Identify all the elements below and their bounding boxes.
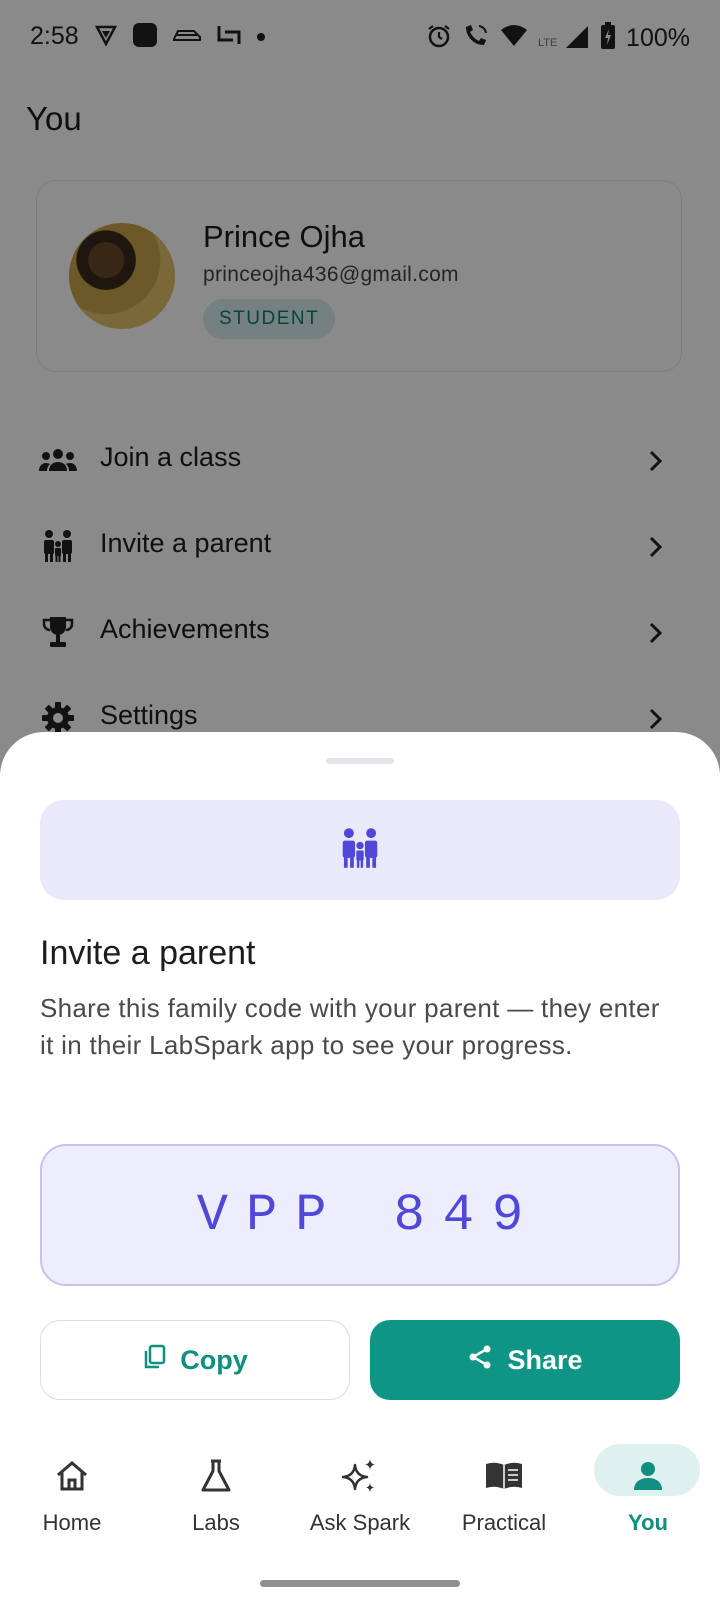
screen: 2:58 LTE 100% You Prince Ojha princeojha… xyxy=(0,0,720,1600)
copy-button[interactable]: Copy xyxy=(40,1320,350,1400)
nav-label: Ask Spark xyxy=(309,1510,411,1535)
sheet-hero xyxy=(40,800,680,900)
nav-item-labs[interactable]: Labs xyxy=(144,1428,288,1548)
share-icon xyxy=(467,1344,493,1377)
nav-item-you[interactable]: You xyxy=(576,1428,720,1548)
copy-icon xyxy=(142,1344,166,1377)
sheet-title: Invite a parent xyxy=(40,934,256,972)
person-icon xyxy=(628,1456,668,1496)
nav-label: Labs xyxy=(192,1510,240,1535)
family-code-box: VPP 849 xyxy=(40,1144,680,1286)
home-indicator[interactable] xyxy=(260,1580,460,1587)
nav-item-practical[interactable]: Practical xyxy=(432,1428,576,1548)
nav-label: You xyxy=(628,1510,668,1535)
family-code: VPP 849 xyxy=(196,1185,542,1245)
copy-button-label: Copy xyxy=(180,1344,248,1375)
nav-label: Practical xyxy=(461,1510,547,1535)
sheet-description: Share this family code with your parent … xyxy=(40,993,660,1060)
home-icon xyxy=(52,1456,92,1496)
family-icon xyxy=(339,827,381,874)
drag-handle[interactable] xyxy=(326,758,394,764)
bottom-nav: Home Labs Ask Spark Practical You xyxy=(0,1428,720,1600)
flask-icon xyxy=(196,1456,236,1496)
share-button-label: Share xyxy=(507,1344,583,1375)
nav-item-home[interactable]: Home xyxy=(0,1428,144,1548)
book-icon xyxy=(484,1456,524,1496)
nav-item-ask-spark[interactable]: Ask Spark xyxy=(288,1428,432,1548)
nav-label: Home xyxy=(42,1510,102,1535)
sparkle-icon xyxy=(340,1456,380,1496)
share-button[interactable]: Share xyxy=(370,1320,680,1400)
